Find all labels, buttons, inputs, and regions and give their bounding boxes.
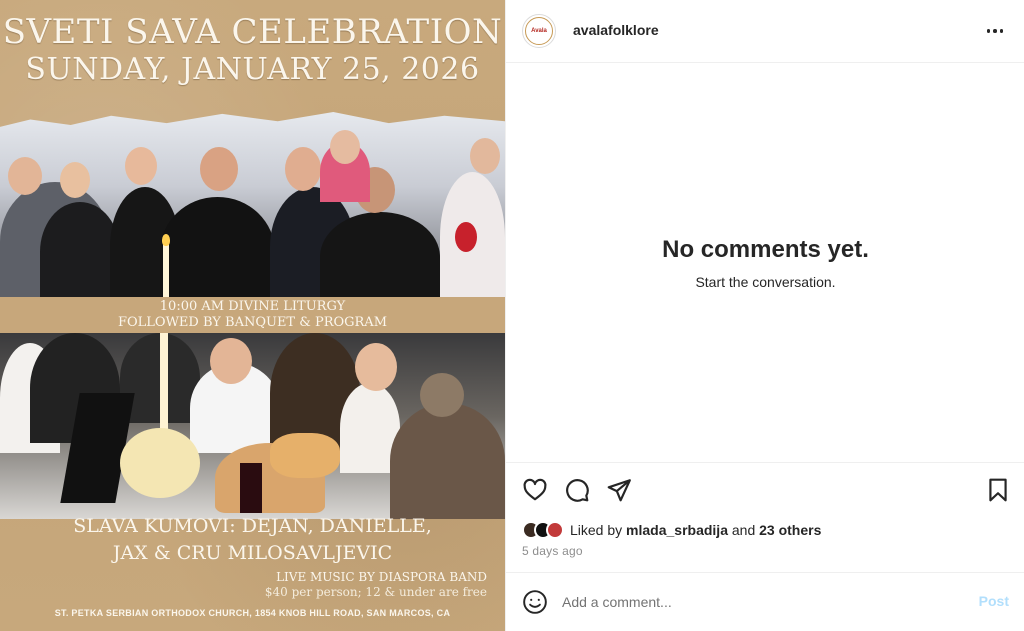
liker-avatar bbox=[546, 521, 564, 539]
more-horizontal-icon[interactable] bbox=[983, 22, 1007, 40]
poster-date: SUNDAY, JANUARY 25, 2026 bbox=[25, 52, 480, 87]
comments-empty-state: No comments yet. Start the conversation. bbox=[506, 64, 1024, 462]
kumovi-line-1: SLAVA KUMOVI: DEJAN, DANIELLE, bbox=[73, 515, 432, 537]
post-image[interactable]: SVETI SAVA CELEBRATION SUNDAY, JANUARY 2… bbox=[0, 0, 505, 631]
comment-bar: Post bbox=[506, 572, 1024, 631]
banquet-text: FOLLOWED BY BANQUET & PROGRAM bbox=[117, 315, 388, 330]
poster-title: SVETI SAVA CELEBRATION bbox=[2, 12, 503, 52]
liked-others-link[interactable]: 23 others bbox=[759, 522, 821, 538]
username-link[interactable]: avalafolklore bbox=[573, 22, 659, 38]
liked-by-text: Liked by mlada_srbadija and 23 others bbox=[570, 522, 822, 538]
avatar[interactable]: Avala bbox=[522, 14, 556, 48]
music-info: LIVE MUSIC BY DIASPORA BAND $40 per pers… bbox=[265, 570, 487, 600]
comment-input[interactable] bbox=[562, 587, 952, 617]
church-address: ST. PETKA SERBIAN ORTHODOX CHURCH, 1854 … bbox=[54, 608, 451, 618]
send-icon[interactable] bbox=[606, 477, 632, 503]
slava-kumovi: SLAVA KUMOVI: DEJAN, DANIELLE, JAX & CRU… bbox=[0, 513, 505, 567]
children-photo bbox=[0, 333, 505, 519]
bookmark-icon[interactable] bbox=[985, 477, 1011, 503]
post-timestamp[interactable]: 5 days ago bbox=[522, 544, 583, 558]
kumovi-line-2: JAX & CRU MILOSAVLJEVIC bbox=[112, 542, 393, 564]
emoji-icon[interactable] bbox=[522, 589, 548, 615]
price-line: $40 per person; 12 & under are free bbox=[264, 585, 487, 599]
avatar-logo: Avala bbox=[525, 17, 553, 45]
crowd-photo bbox=[0, 112, 505, 298]
empty-comments-title: No comments yet. bbox=[662, 236, 869, 263]
post-header: Avala avalafolklore bbox=[506, 0, 1024, 63]
post-side-panel: Avala avalafolklore No comments yet. Sta… bbox=[505, 0, 1024, 631]
liked-by-user-link[interactable]: mlada_srbadija bbox=[626, 522, 728, 538]
comment-icon[interactable] bbox=[564, 477, 590, 503]
post-comment-button[interactable]: Post bbox=[979, 593, 1009, 609]
post-actions: Liked by mlada_srbadija and 23 others 5 … bbox=[506, 462, 1024, 572]
liturgy-time: 10:00 AM DIVINE LITURGY bbox=[159, 299, 346, 314]
heart-icon[interactable] bbox=[522, 477, 548, 503]
schedule-band: 10:00 AM DIVINE LITURGY FOLLOWED BY BANQ… bbox=[0, 297, 505, 333]
music-line: LIVE MUSIC BY DIASPORA BAND bbox=[276, 570, 487, 584]
liked-by-row[interactable]: Liked by mlada_srbadija and 23 others bbox=[522, 520, 821, 540]
empty-comments-subtitle: Start the conversation. bbox=[695, 274, 836, 290]
